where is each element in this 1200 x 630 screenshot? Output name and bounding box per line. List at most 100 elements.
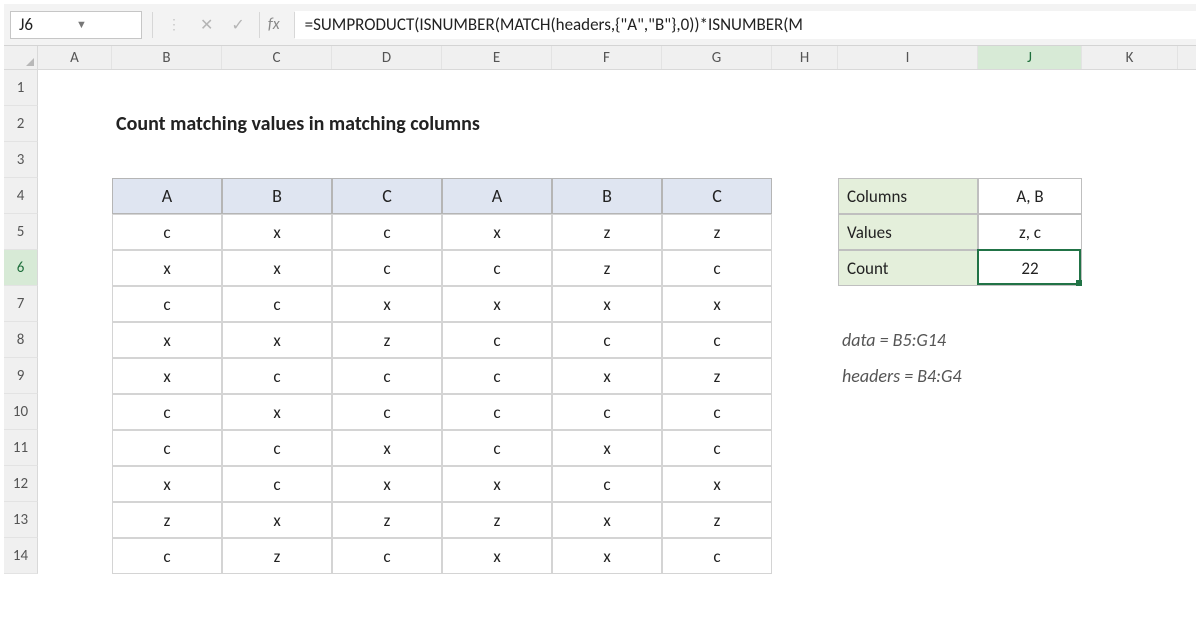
cell-A1[interactable] [38,70,112,106]
table-cell[interactable]: c [222,430,332,466]
table-header[interactable]: C [332,178,442,214]
table-cell[interactable]: x [112,322,222,358]
row-header-5[interactable]: 5 [4,214,38,250]
cell-I1[interactable] [838,70,978,106]
table-cell[interactable]: x [552,430,662,466]
table-cell[interactable]: z [662,358,772,394]
table-cell[interactable]: c [662,394,772,430]
table-cell[interactable]: x [112,358,222,394]
cells-area[interactable]: Count matching values in matching column… [38,70,1196,574]
table-header[interactable]: B [552,178,662,214]
name-box[interactable]: J6 ▼ [10,11,142,39]
table-cell[interactable]: c [662,250,772,286]
count-label[interactable]: Count [838,250,978,286]
table-cell[interactable]: z [222,538,332,574]
col-header-K[interactable]: K [1082,46,1178,69]
table-cell[interactable]: x [332,286,442,322]
table-cell[interactable]: z [112,502,222,538]
col-header-B[interactable]: B [112,46,222,69]
table-cell[interactable]: x [112,250,222,286]
col-header-J[interactable]: J [978,46,1082,69]
table-cell[interactable]: x [552,502,662,538]
col-header-A[interactable]: A [38,46,112,69]
table-cell[interactable]: z [552,214,662,250]
table-cell[interactable]: c [442,358,552,394]
table-cell[interactable]: c [332,394,442,430]
col-header-G[interactable]: G [662,46,772,69]
table-cell[interactable]: x [552,358,662,394]
row-header-4[interactable]: 4 [4,178,38,214]
values-label[interactable]: Values [838,214,978,250]
table-cell[interactable]: c [332,214,442,250]
row-header-2[interactable]: 2 [4,106,38,142]
cell-F1[interactable] [552,70,662,106]
row-header-8[interactable]: 8 [4,322,38,358]
cell-G1[interactable] [662,70,772,106]
cell-E1[interactable] [442,70,552,106]
table-cell[interactable]: c [552,322,662,358]
table-cell[interactable]: c [662,538,772,574]
table-cell[interactable]: z [332,502,442,538]
table-cell[interactable]: c [442,394,552,430]
table-cell[interactable]: x [222,214,332,250]
table-cell[interactable]: x [552,538,662,574]
table-header[interactable]: B [222,178,332,214]
table-cell[interactable]: c [112,538,222,574]
count-value[interactable]: 22 [978,250,1082,286]
table-cell[interactable]: z [332,322,442,358]
table-cell[interactable]: c [332,358,442,394]
table-cell[interactable]: c [442,250,552,286]
table-header[interactable]: A [442,178,552,214]
table-cell[interactable]: c [112,394,222,430]
col-header-E[interactable]: E [442,46,552,69]
table-cell[interactable]: x [222,250,332,286]
note-data[interactable]: data = B5:G14 [838,322,978,358]
table-cell[interactable]: c [552,394,662,430]
table-cell[interactable]: c [222,286,332,322]
table-cell[interactable]: c [112,430,222,466]
table-cell[interactable]: c [112,214,222,250]
col-header-D[interactable]: D [332,46,442,69]
table-cell[interactable]: c [662,322,772,358]
table-cell[interactable]: x [332,466,442,502]
table-cell[interactable]: x [442,286,552,322]
cell-H1[interactable] [772,70,838,106]
table-cell[interactable]: c [662,430,772,466]
row-header-9[interactable]: 9 [4,358,38,394]
table-cell[interactable]: z [662,502,772,538]
cell-J1[interactable] [978,70,1082,106]
table-cell[interactable]: c [442,430,552,466]
cell-K1[interactable] [1082,70,1178,106]
cell-B1[interactable] [112,70,222,106]
table-cell[interactable]: x [662,286,772,322]
table-cell[interactable]: c [332,538,442,574]
table-cell[interactable]: z [442,502,552,538]
name-box-dropdown-icon[interactable]: ▼ [76,18,133,31]
row-header-13[interactable]: 13 [4,502,38,538]
cell-D1[interactable] [332,70,442,106]
row-header-11[interactable]: 11 [4,430,38,466]
table-cell[interactable]: c [222,466,332,502]
columns-label[interactable]: Columns [838,178,978,214]
fx-label[interactable]: fx [260,15,294,34]
row-header-7[interactable]: 7 [4,286,38,322]
table-cell[interactable]: c [442,322,552,358]
table-cell[interactable]: x [442,214,552,250]
table-cell[interactable]: x [112,466,222,502]
enter-icon[interactable]: ✓ [231,15,244,35]
table-cell[interactable]: c [552,466,662,502]
table-cell[interactable]: x [222,394,332,430]
col-header-C[interactable]: C [222,46,332,69]
col-header-H[interactable]: H [772,46,838,69]
formula-input[interactable]: =SUMPRODUCT(ISNUMBER(MATCH(headers,{"A",… [295,11,1196,39]
table-cell[interactable]: x [222,502,332,538]
col-header-I[interactable]: I [838,46,978,69]
table-cell[interactable]: x [222,322,332,358]
row-header-1[interactable]: 1 [4,70,38,106]
table-cell[interactable]: z [662,214,772,250]
row-header-12[interactable]: 12 [4,466,38,502]
columns-value[interactable]: A, B [978,178,1082,214]
row-header-6[interactable]: 6 [4,250,38,286]
table-cell[interactable]: c [332,250,442,286]
table-cell[interactable]: x [662,466,772,502]
